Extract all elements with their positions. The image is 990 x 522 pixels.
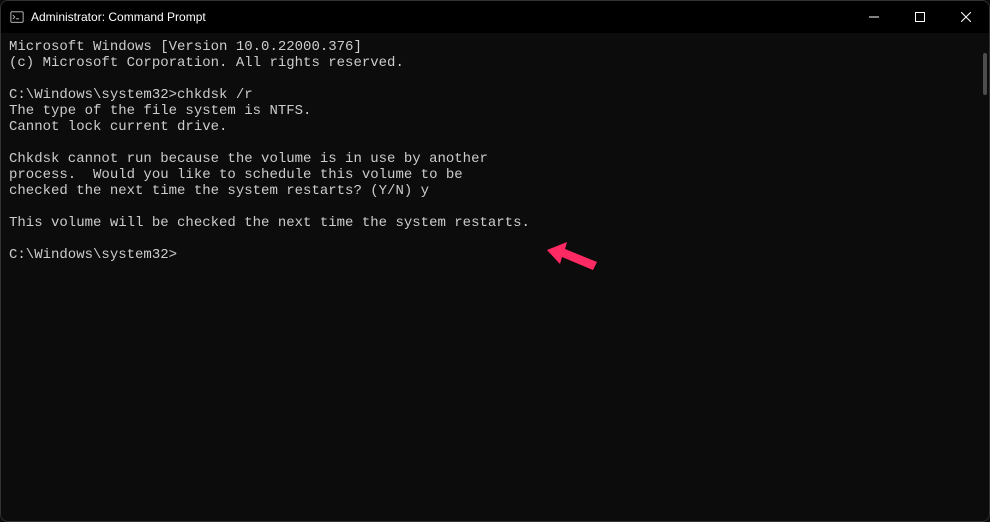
window-title: Administrator: Command Prompt [31,10,206,24]
terminal-area[interactable]: Microsoft Windows [Version 10.0.22000.37… [1,33,989,521]
command-prompt-window: Administrator: Command Prompt Micr [0,0,990,522]
command-prompt-icon [9,9,25,25]
window-controls [851,1,989,33]
minimize-button[interactable] [851,1,897,33]
maximize-button[interactable] [897,1,943,33]
scrollbar-thumb[interactable] [983,53,987,95]
terminal-output: Microsoft Windows [Version 10.0.22000.37… [9,39,981,263]
titlebar-left: Administrator: Command Prompt [9,9,206,25]
close-button[interactable] [943,1,989,33]
titlebar[interactable]: Administrator: Command Prompt [1,1,989,33]
scrollbar-track[interactable] [979,39,987,515]
